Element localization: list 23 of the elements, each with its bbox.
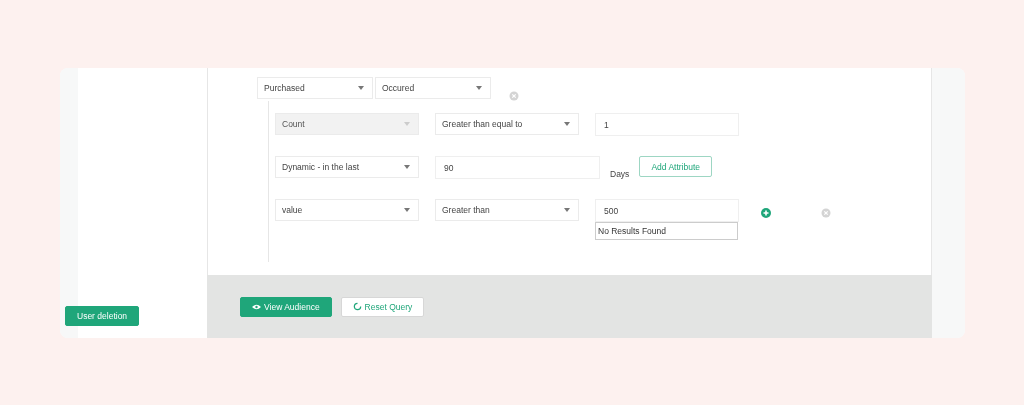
add-icon[interactable] <box>761 208 771 218</box>
caret-icon <box>358 86 364 90</box>
close-icon[interactable] <box>821 208 831 218</box>
operator-dropdown[interactable]: Greater than <box>435 199 579 221</box>
refresh-icon <box>352 302 362 311</box>
dropdown[interactable]: Purchased <box>257 77 373 99</box>
suggestion-list: No Results Found <box>595 222 738 240</box>
caret-icon <box>404 208 410 212</box>
dropdown[interactable]: Occured <box>375 77 491 99</box>
value-field[interactable]: 90 <box>435 156 600 179</box>
value-field[interactable]: 500 <box>595 199 739 222</box>
eye-icon <box>252 303 261 310</box>
attribute-dropdown[interactable]: value <box>275 199 419 221</box>
caret-icon <box>476 86 482 90</box>
caret-icon <box>404 165 410 169</box>
caret-icon <box>404 122 410 126</box>
caret-icon <box>564 122 570 126</box>
value-field[interactable]: 1 <box>595 113 739 136</box>
operator-dropdown[interactable]: Greater than equal to <box>435 113 579 135</box>
caret-icon <box>564 208 570 212</box>
close-icon[interactable] <box>509 91 519 101</box>
unit-label: Days <box>610 169 630 179</box>
attribute-dropdown[interactable]: Dynamic - in the last <box>275 156 419 178</box>
